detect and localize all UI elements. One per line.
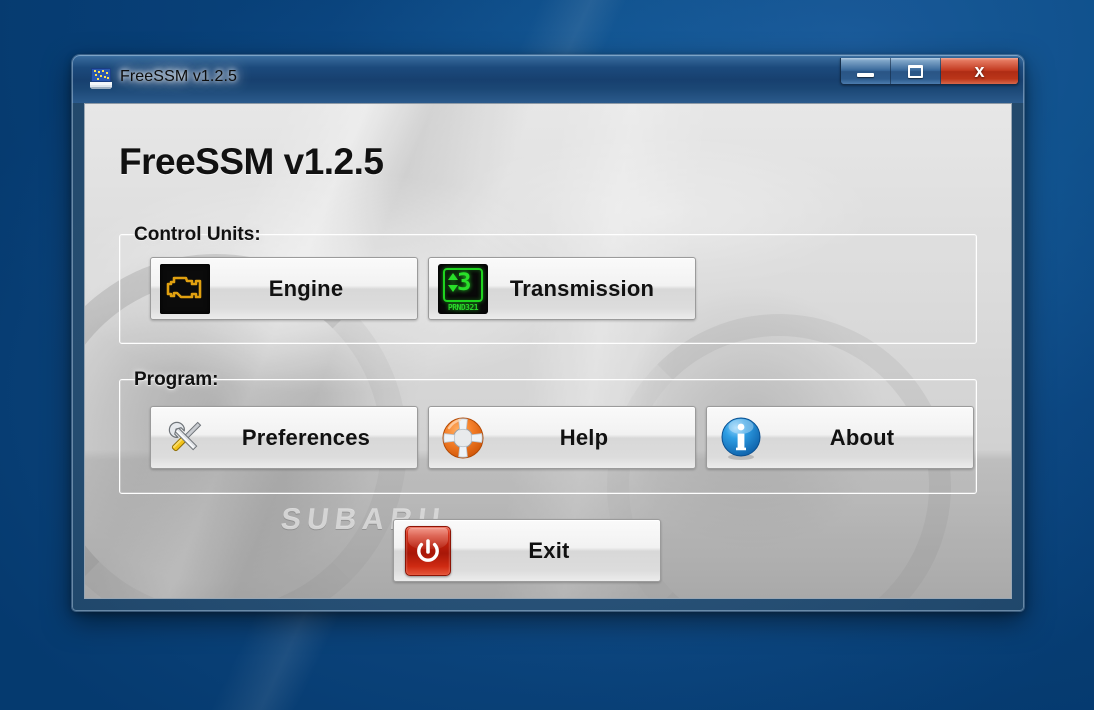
screen-icon: [89, 67, 113, 90]
close-icon: x: [974, 61, 985, 81]
engine-button[interactable]: Engine: [150, 257, 418, 320]
tools-icon: [160, 413, 210, 463]
window-title: FreeSSM v1.2.5: [120, 68, 238, 85]
power-icon: [403, 525, 453, 576]
client-area: SUBARU FreeSSM v1.2.5 Control Units: Eng…: [84, 103, 1012, 599]
maximize-button[interactable]: [891, 58, 941, 84]
help-button[interactable]: Help: [428, 406, 696, 469]
transmission-button[interactable]: 3 PRND321 Transmission: [428, 257, 696, 320]
minimize-button[interactable]: [841, 58, 891, 84]
exit-button[interactable]: Exit: [393, 519, 661, 582]
close-button[interactable]: x: [941, 58, 1018, 84]
info-icon: [716, 413, 766, 463]
program-group-label: Program:: [134, 369, 219, 390]
program-group: Program: Preferences Help About: [119, 369, 977, 494]
preferences-button[interactable]: Preferences: [150, 406, 418, 469]
title-bar[interactable]: FreeSSM v1.2.5 x: [72, 55, 1024, 103]
page-title: FreeSSM v1.2.5: [119, 141, 384, 182]
window-controls: x: [840, 58, 1019, 85]
transmission-gear-value: 3: [457, 267, 472, 296]
gear-indicator-icon: 3 PRND321: [438, 263, 488, 314]
transmission-range-legend: PRND321: [447, 302, 479, 312]
check-engine-light-icon: [160, 263, 210, 314]
main-content: FreeSSM v1.2.5 Control Units: Engine 3 P…: [85, 104, 1011, 598]
about-button[interactable]: About: [706, 406, 974, 469]
lifebuoy-icon: [438, 413, 488, 463]
minimize-icon: [857, 72, 874, 77]
desktop-background: FreeSSM v1.2.5 x SUBARU FreeSSM v1.2.5 C…: [0, 0, 1094, 710]
control-units-group-label: Control Units:: [134, 224, 261, 245]
control-units-group: Control Units: Engine 3 PRND321 Transmis…: [119, 224, 977, 344]
maximize-icon: [908, 64, 923, 78]
application-window: FreeSSM v1.2.5 x SUBARU FreeSSM v1.2.5 C…: [72, 55, 1024, 611]
